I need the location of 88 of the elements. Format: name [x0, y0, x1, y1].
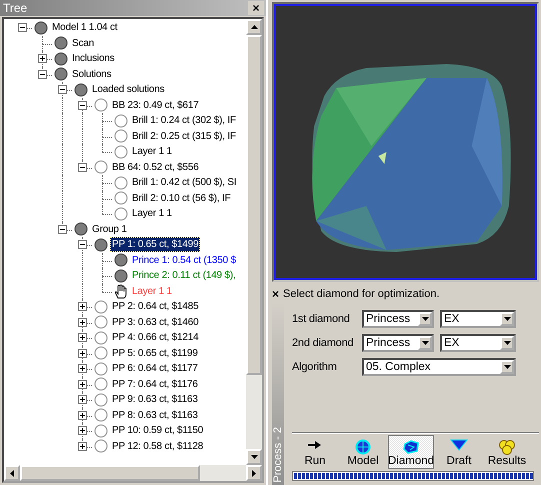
expand-icon[interactable] — [78, 426, 86, 436]
tree-item[interactable]: Brill 1: 0.24 ct (302 $), IF — [130, 113, 238, 128]
tree-item[interactable]: PP 2: 0.64 ct, $1485 — [110, 299, 200, 314]
tree-item[interactable]: PP 4: 0.66 ct, $1214 — [110, 330, 200, 346]
field-label: 1st diamond — [292, 313, 351, 325]
filled-circle-icon — [54, 52, 68, 66]
collapse-icon[interactable] — [78, 162, 86, 172]
tree-item[interactable]: Loaded solutions — [90, 82, 166, 98]
horizontal-scrollbar[interactable] — [4, 465, 262, 481]
expand-icon[interactable] — [78, 410, 86, 420]
scroll-down-icon[interactable] — [250, 455, 258, 459]
close-button[interactable]: × — [248, 1, 264, 15]
vertical-scrollbar[interactable] — [246, 19, 262, 465]
filled-circle-icon — [114, 268, 128, 283]
toolbar-button[interactable]: Results — [484, 435, 530, 469]
filled-circle-icon — [54, 67, 68, 82]
expand-icon[interactable] — [78, 302, 86, 312]
filled-circle-icon — [114, 253, 128, 268]
cluster-icon — [498, 439, 516, 455]
expand-icon[interactable] — [78, 442, 86, 451]
tree-item[interactable]: PP 1: 0.65 ct, $1499 — [110, 237, 200, 252]
collapse-icon[interactable] — [58, 85, 66, 94]
expand-icon[interactable] — [78, 318, 86, 327]
arrow-icon — [307, 439, 323, 451]
caret-icon[interactable] — [422, 317, 428, 321]
tree-item[interactable]: Model 1 1.04 ct — [50, 20, 120, 36]
caret-icon[interactable] — [504, 365, 510, 369]
tree-item[interactable]: PP 6: 0.64 ct, $1177 — [110, 361, 200, 376]
dropdown[interactable]: EX — [440, 310, 516, 328]
tree-item[interactable]: PP 10: 0.59 ct, $1150 — [110, 423, 206, 438]
hand-icon — [114, 284, 128, 299]
tree-item[interactable]: Brill 2: 0.25 ct (315 $), IF — [130, 128, 238, 144]
tree-item[interactable]: Layer 1 1 — [130, 206, 174, 222]
tree-item[interactable]: Group 1 — [90, 222, 129, 237]
tree-item[interactable]: Inclusions — [70, 51, 116, 66]
empty-circle-icon — [94, 98, 108, 112]
collapse-icon[interactable] — [38, 70, 46, 79]
tree-item[interactable]: Prince 2: 0.11 ct (149 $), — [130, 268, 238, 284]
caret-icon[interactable] — [422, 341, 428, 345]
tree-item[interactable]: Brill 1: 0.42 ct (500 $), SI — [130, 175, 238, 190]
triangle-icon — [450, 439, 468, 451]
expand-icon[interactable] — [78, 380, 86, 389]
filled-circle-icon — [74, 222, 88, 236]
tree-item[interactable]: BB 23: 0.49 ct, $617 — [110, 98, 201, 113]
collapse-icon[interactable] — [78, 100, 86, 110]
tree-item[interactable]: PP 9: 0.63 ct, $1163 — [110, 392, 200, 408]
dropdown[interactable]: EX — [440, 334, 516, 352]
tree-item[interactable]: BB 64: 0.52 ct, $556 — [110, 160, 201, 175]
collapse-icon[interactable] — [58, 224, 66, 234]
caret-icon[interactable] — [504, 317, 510, 321]
gem-icon — [355, 439, 371, 455]
dropdown[interactable]: 05. Complex — [362, 358, 516, 376]
collapse-icon[interactable] — [78, 240, 86, 250]
empty-circle-icon — [94, 160, 108, 174]
toolbar-button[interactable]: Run — [292, 435, 338, 469]
scroll-left-icon[interactable] — [10, 470, 14, 476]
tree-item[interactable]: PP 12: 0.58 ct, $1128 — [110, 438, 206, 454]
panel-title: Tree — [3, 1, 28, 15]
tree-item[interactable]: Prince 1: 0.54 ct (1350 $ — [130, 252, 238, 268]
toolbar-button[interactable]: Model — [340, 435, 386, 469]
expand-icon[interactable] — [78, 395, 86, 404]
expand-icon[interactable] — [38, 54, 46, 64]
tree-item[interactable]: Scan — [70, 36, 96, 51]
filled-circle-icon — [74, 82, 88, 97]
filled-circle-icon — [54, 36, 68, 50]
tree-item[interactable]: PP 5: 0.65 ct, $1199 — [110, 346, 200, 361]
tree-item[interactable]: Layer 1 1 — [130, 144, 174, 160]
scroll-right-icon[interactable] — [252, 470, 256, 476]
scroll-up-icon[interactable] — [250, 25, 258, 29]
field-label: Algorithm — [292, 361, 338, 373]
dropdown[interactable]: Princess — [362, 334, 434, 352]
tree-item[interactable]: PP 8: 0.63 ct, $1163 — [110, 408, 200, 423]
caret-icon[interactable] — [504, 341, 510, 345]
close-icon[interactable]: × — [272, 287, 280, 301]
gem-icon — [402, 439, 420, 455]
expand-icon[interactable] — [78, 333, 86, 342]
dropdown[interactable]: Princess — [362, 310, 434, 328]
panel-title: Select diamond for optimization. — [283, 288, 440, 300]
toolbar-button[interactable]: Diamond — [388, 435, 434, 469]
toolbar-button[interactable]: Draft — [436, 435, 482, 469]
expand-icon[interactable] — [78, 364, 86, 374]
tree-item[interactable]: PP 3: 0.63 ct, $1460 — [110, 314, 200, 330]
field-label: 2nd diamond — [292, 337, 354, 349]
tree-item[interactable]: PP 7: 0.64 ct, $1176 — [110, 376, 200, 392]
tree-item[interactable]: Brill 2: 0.10 ct (56 $), IF — [130, 190, 233, 206]
expand-icon[interactable] — [78, 348, 86, 358]
tree-item[interactable]: Solutions — [70, 66, 114, 82]
collapse-icon[interactable] — [18, 23, 26, 32]
